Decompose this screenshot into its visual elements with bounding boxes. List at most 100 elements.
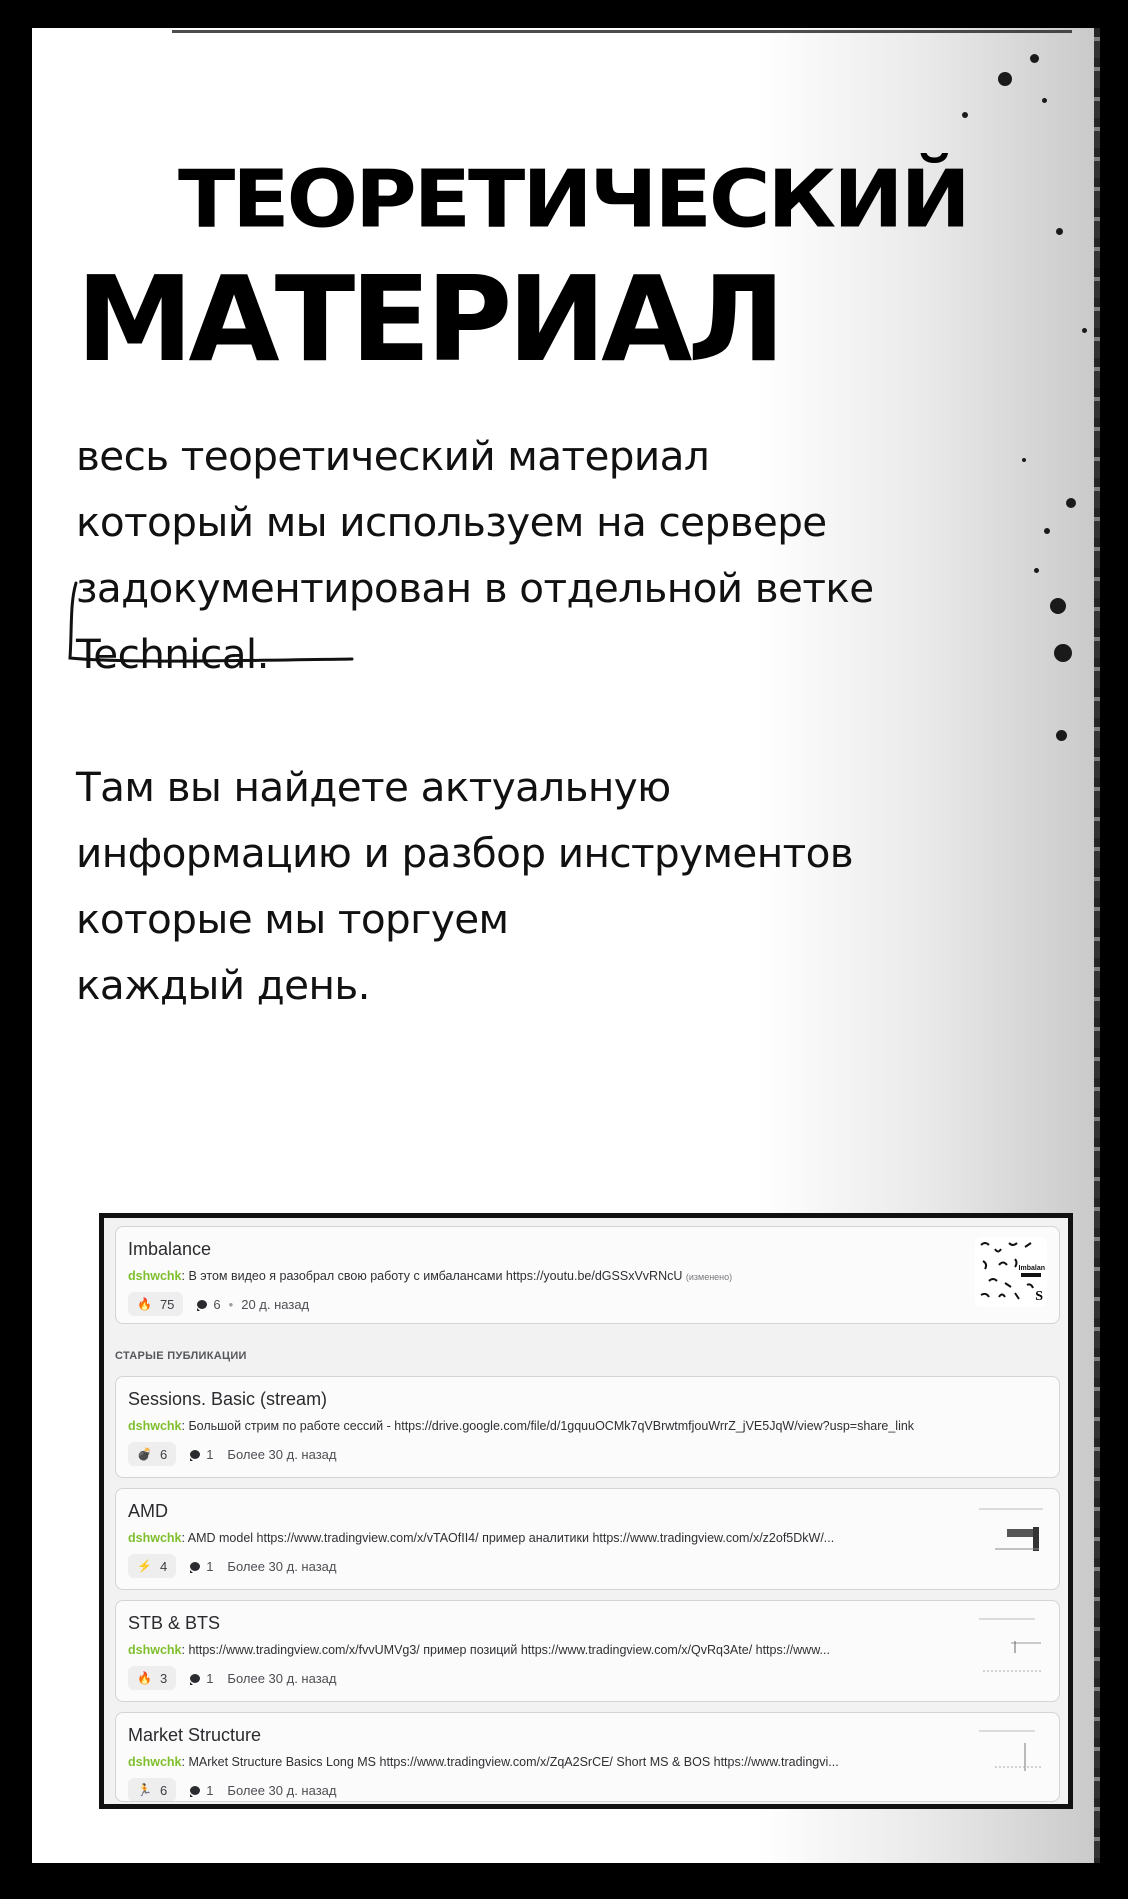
- post-thumbnail[interactable]: [975, 1499, 1047, 1569]
- fire-emoji-icon: 🔥: [137, 1297, 152, 1311]
- post-author[interactable]: dshwchk: [128, 1419, 182, 1433]
- post-meta: 🔥 3 1 Более 30 д. назад: [128, 1666, 337, 1690]
- post-time: Более 30 д. назад: [227, 1446, 337, 1462]
- paragraph-line: который мы используем на сервере: [76, 498, 827, 546]
- post-author[interactable]: dshwchk: [128, 1755, 182, 1769]
- comment-bubble-icon: [190, 1561, 201, 1573]
- torn-right-edge: [1094, 28, 1100, 1863]
- comment-bubble-icon: [190, 1449, 201, 1461]
- forum-screenshot: Imbalance dshwchk: В этом видео я разобр…: [99, 1213, 1073, 1809]
- post-text: https://www.tradingview.com/x/fvvUMVg3/ …: [188, 1643, 830, 1657]
- comment-number: 6: [213, 1296, 221, 1312]
- ink-splatter: [1030, 54, 1039, 63]
- paragraph-line: которые мы торгуем: [76, 895, 509, 943]
- post-thumbnail[interactable]: Imbalan S: [975, 1237, 1047, 1307]
- post-preview: dshwchk: Большой стрим по работе сессий …: [128, 1419, 915, 1433]
- comment-bubble-icon: [190, 1785, 201, 1797]
- running-person-emoji-icon: 🏃: [137, 1783, 152, 1797]
- comment-count: 1: [190, 1671, 213, 1686]
- post-text: AMD model https://www.tradingview.com/x/…: [187, 1531, 835, 1545]
- post-time: Более 30 д. назад: [227, 1670, 337, 1686]
- comment-count: 1: [190, 1559, 213, 1574]
- post-preview: dshwchk: MArket Structure Basics Long MS…: [128, 1755, 839, 1769]
- post-title[interactable]: Imbalance: [128, 1239, 211, 1260]
- post-author[interactable]: dshwchk: [128, 1269, 182, 1283]
- ink-splatter: [1050, 598, 1066, 614]
- reaction-button[interactable]: 🏃 6: [128, 1778, 177, 1801]
- ink-splatter: [962, 112, 968, 118]
- thumbnail-letter: S: [1035, 1289, 1043, 1304]
- post-text: MArket Structure Basics Long MS https://…: [188, 1755, 839, 1769]
- comment-number: 1: [206, 1670, 214, 1686]
- reaction-count: 6: [159, 1446, 168, 1462]
- heading-line-2: МАТЕРИАЛ: [76, 250, 785, 388]
- reaction-button[interactable]: 🔥 75: [128, 1292, 184, 1316]
- fire-emoji-icon: 🔥: [137, 1671, 152, 1685]
- post-title[interactable]: STB & BTS: [128, 1613, 220, 1634]
- ink-splatter: [998, 72, 1012, 86]
- hand-drawn-bracket-icon: [68, 581, 354, 663]
- ink-splatter: [1066, 498, 1076, 508]
- forum-post-card[interactable]: Market Structure dshwchk: MArket Structu…: [115, 1712, 1060, 1802]
- post-title[interactable]: Market Structure: [128, 1725, 261, 1746]
- ink-splatter: [1056, 730, 1067, 741]
- paragraph-line: Там вы найдете актуальную: [76, 763, 671, 811]
- post-time: Более 30 д. назад: [227, 1558, 337, 1574]
- heading-line-1: ТЕОРЕТИЧЕСКИЙ: [178, 153, 971, 246]
- forum-post-card[interactable]: AMD dshwchk: AMD model https://www.tradi…: [115, 1488, 1060, 1590]
- ink-splatter: [1022, 458, 1026, 462]
- comment-bubble-icon: [190, 1673, 201, 1685]
- edited-label: (изменено): [685, 1272, 733, 1282]
- post-title[interactable]: Sessions. Basic (stream): [128, 1389, 327, 1410]
- paragraph-line: информацию и разбор инструментов: [76, 829, 854, 877]
- comment-count: 6: [197, 1296, 221, 1312]
- post-thumbnail[interactable]: [975, 1723, 1047, 1793]
- post-author[interactable]: dshwchk: [128, 1643, 182, 1657]
- comment-count: 1: [190, 1783, 213, 1798]
- section-header: СТАРЫЕ ПУБЛИКАЦИИ: [115, 1350, 247, 1362]
- chart-thumbnail-icon: [979, 1730, 1041, 1771]
- post-meta: 🔥 75 6 • 20 д. назад: [128, 1292, 310, 1316]
- chart-thumbnail-icon: [979, 1618, 1041, 1672]
- post-author[interactable]: dshwchk: [128, 1531, 182, 1545]
- reaction-button[interactable]: ⚡ 4: [128, 1554, 177, 1578]
- paragraph-line: весь теоретический материал: [76, 432, 710, 480]
- post-title[interactable]: AMD: [128, 1501, 168, 1522]
- post-meta: 💣 6 1 Более 30 д. назад: [128, 1442, 337, 1466]
- post-preview: dshwchk: AMD model https://www.tradingvi…: [128, 1531, 835, 1545]
- ink-splatter: [1042, 98, 1047, 103]
- forum-post-card[interactable]: Imbalance dshwchk: В этом видео я разобр…: [115, 1226, 1060, 1324]
- reaction-button[interactable]: 💣 6: [128, 1442, 177, 1466]
- ink-splatter: [1082, 328, 1087, 333]
- ink-splatter: [1056, 228, 1063, 235]
- forum-post-card[interactable]: Sessions. Basic (stream) dshwchk: Большо…: [115, 1376, 1060, 1478]
- paragraph-line: каждый день.: [76, 961, 370, 1009]
- reaction-button[interactable]: 🔥 3: [128, 1666, 177, 1690]
- post-preview: dshwchk: В этом видео я разобрал свою ра…: [128, 1269, 733, 1283]
- reaction-count: 4: [159, 1558, 168, 1574]
- comment-number: 1: [206, 1558, 214, 1574]
- poster-sheet: ТЕОРЕТИЧЕСКИЙ МАТЕРИАЛ весь теоретически…: [32, 28, 1100, 1863]
- ink-splatter: [1054, 644, 1072, 662]
- reaction-count: 6: [159, 1782, 168, 1798]
- reaction-count: 3: [159, 1670, 168, 1686]
- post-meta: ⚡ 4 1 Более 30 д. назад: [128, 1554, 337, 1578]
- chart-thumbnail-icon: [979, 1508, 1043, 1551]
- post-text: В этом видео я разобрал свою работу с им…: [188, 1269, 683, 1283]
- lightning-emoji-icon: ⚡: [137, 1559, 152, 1573]
- post-meta: 🏃 6 1 Более 30 д. назад: [128, 1778, 336, 1801]
- post-text: Большой стрим по работе сессий - https:/…: [188, 1419, 915, 1433]
- forum-post-card[interactable]: STB & BTS dshwchk: https://www.tradingvi…: [115, 1600, 1060, 1702]
- post-time: 20 д. назад: [241, 1296, 310, 1312]
- reaction-count: 75: [159, 1296, 175, 1312]
- ink-splatter: [1034, 568, 1039, 573]
- separator-dot: •: [228, 1296, 234, 1312]
- post-thumbnail[interactable]: [975, 1611, 1047, 1681]
- torn-top-edge: [172, 30, 1072, 33]
- comment-bubble-icon: [197, 1299, 208, 1311]
- bomb-emoji-icon: 💣: [137, 1447, 152, 1461]
- comment-count: 1: [190, 1447, 213, 1462]
- comment-number: 1: [206, 1446, 214, 1462]
- details-paragraph: Там вы найдете актуальную информацию и р…: [76, 754, 854, 1018]
- ink-splatter: [1044, 528, 1050, 534]
